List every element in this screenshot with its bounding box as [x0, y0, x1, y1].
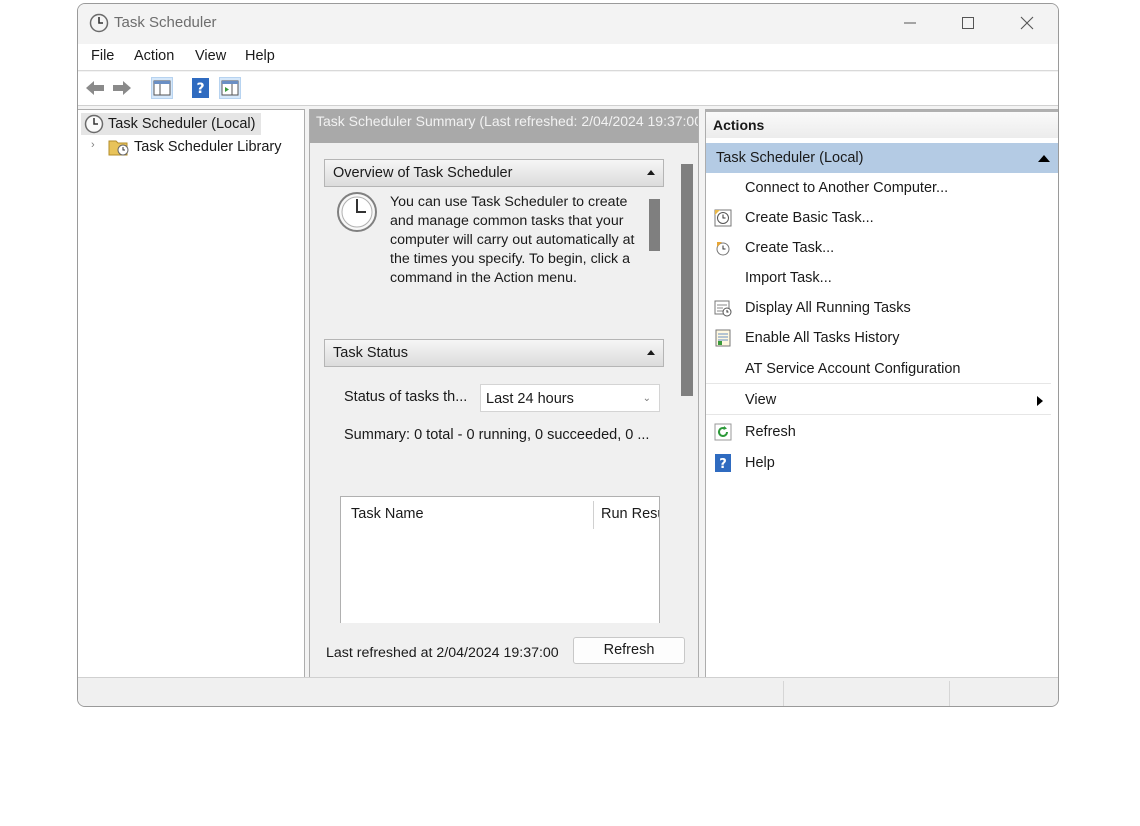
folder-clock-icon — [108, 140, 129, 156]
show-hide-action-pane-icon — [221, 80, 239, 96]
maximize-icon — [962, 17, 974, 29]
action-connect-another-computer[interactable]: Connect to Another Computer... — [706, 173, 1051, 203]
show-hide-console-tree-icon — [153, 80, 171, 96]
show-hide-console-tree-button[interactable] — [151, 77, 173, 99]
window-title: Task Scheduler — [114, 14, 217, 31]
running-tasks-icon — [714, 300, 732, 317]
action-label: Display All Running Tasks — [745, 300, 911, 316]
menu-action[interactable]: Action — [134, 48, 174, 64]
action-label: Enable All Tasks History — [745, 330, 900, 346]
task-scheduler-app-icon — [89, 13, 109, 33]
actions-pane: Actions Task Scheduler (Local) Connect t… — [705, 109, 1058, 678]
minimize-button[interactable] — [881, 4, 939, 43]
refresh-button[interactable]: Refresh — [573, 637, 685, 664]
column-header-task-name[interactable]: Task Name — [351, 506, 424, 522]
close-icon — [1020, 16, 1034, 30]
action-label: AT Service Account Configuration — [745, 361, 961, 377]
svg-text:?: ? — [196, 81, 204, 97]
action-view[interactable]: View — [706, 385, 1051, 415]
summary-body: Overview of Task Scheduler You can use T… — [310, 143, 698, 636]
summary-header: Task Scheduler Summary (Last refreshed: … — [310, 109, 698, 143]
summary-pane: Task Scheduler Summary (Last refreshed: … — [309, 109, 699, 678]
expand-chevron-icon[interactable]: › — [91, 139, 95, 151]
action-label: View — [745, 392, 777, 408]
task-status-table: Task Name Run Result — [340, 496, 660, 636]
svg-text:?: ? — [719, 457, 727, 472]
status-summary: Summary: 0 total - 0 running, 0 succeede… — [344, 427, 650, 443]
menu-help[interactable]: Help — [245, 48, 275, 64]
actions-group-task-scheduler-local[interactable]: Task Scheduler (Local) — [706, 143, 1058, 173]
refresh-icon — [714, 423, 732, 441]
action-label: Connect to Another Computer... — [745, 180, 949, 196]
overview-title: Overview of Task Scheduler — [333, 165, 513, 181]
status-divider — [949, 681, 950, 706]
main-area: Task Scheduler (Local) › Task Scheduler … — [78, 107, 1058, 678]
task-status-title: Task Status — [333, 345, 408, 361]
status-bar — [78, 677, 1058, 706]
action-import-task[interactable]: Import Task... — [706, 263, 1051, 293]
tree-item-task-scheduler-local[interactable]: Task Scheduler (Local) — [81, 113, 261, 135]
console-tree: Task Scheduler (Local) › Task Scheduler … — [78, 109, 305, 678]
action-at-service-account[interactable]: AT Service Account Configuration — [706, 354, 1051, 384]
toolbar: ? — [78, 72, 1058, 106]
create-basic-task-icon — [714, 209, 732, 227]
status-filter-label: Status of tasks th... — [344, 389, 468, 405]
action-label: Create Task... — [745, 240, 835, 256]
tasks-history-icon — [715, 329, 731, 347]
collapse-icon — [647, 350, 655, 355]
tree-item-task-scheduler-library[interactable]: Task Scheduler Library — [106, 136, 282, 158]
menu-bar: File Action View Help — [78, 44, 1058, 71]
status-period-select[interactable]: Last 24 hours ⌄ — [480, 384, 660, 412]
clock-icon — [84, 114, 104, 134]
summary-footer: Last refreshed at 2/04/2024 19:37:00 Ref… — [310, 623, 698, 678]
tree-child-label: Task Scheduler Library — [134, 139, 282, 155]
action-label: Import Task... — [745, 270, 832, 286]
last-refreshed-text: Last refreshed at 2/04/2024 19:37:00 — [326, 645, 559, 661]
overview-section-header[interactable]: Overview of Task Scheduler — [324, 159, 664, 187]
submenu-arrow-icon — [1037, 396, 1043, 406]
overview-scrollbar[interactable] — [649, 199, 660, 251]
collapse-up-icon — [1038, 155, 1050, 162]
action-display-running-tasks[interactable]: Display All Running Tasks — [706, 293, 1051, 323]
action-label: Create Basic Task... — [745, 210, 874, 226]
close-button[interactable] — [998, 4, 1056, 43]
collapse-icon — [647, 170, 655, 175]
tree-root-label: Task Scheduler (Local) — [108, 116, 256, 132]
minimize-icon — [904, 22, 916, 24]
status-divider — [783, 681, 784, 706]
status-period-value: Last 24 hours — [486, 391, 574, 407]
actions-title: Actions — [706, 110, 1058, 138]
actions-group-label: Task Scheduler (Local) — [716, 150, 864, 166]
menu-file[interactable]: File — [91, 48, 114, 64]
help-icon[interactable]: ? — [190, 77, 212, 99]
action-refresh[interactable]: Refresh — [706, 417, 1051, 447]
overview-text: You can use Task Scheduler to create and… — [390, 194, 635, 286]
column-divider[interactable] — [593, 501, 594, 529]
back-arrow-icon[interactable] — [84, 77, 106, 99]
action-help[interactable]: ? Help — [706, 448, 1051, 478]
create-task-icon — [716, 242, 730, 256]
action-enable-tasks-history[interactable]: Enable All Tasks History — [706, 323, 1051, 353]
task-status-section-header[interactable]: Task Status — [324, 339, 664, 367]
column-header-run-result[interactable]: Run Result — [601, 506, 659, 522]
title-bar: Task Scheduler — [78, 4, 1058, 43]
menu-view[interactable]: View — [195, 48, 226, 64]
overview-section: You can use Task Scheduler to create and… — [324, 187, 664, 317]
show-hide-action-pane-button[interactable] — [219, 77, 241, 99]
action-create-basic-task[interactable]: Create Basic Task... — [706, 203, 1051, 233]
action-label: Refresh — [745, 424, 796, 440]
action-create-task[interactable]: Create Task... — [706, 233, 1051, 263]
action-label: Help — [745, 455, 775, 471]
scheduler-clock-icon — [337, 192, 377, 232]
chevron-down-icon: ⌄ — [642, 393, 651, 404]
summary-scrollbar[interactable] — [681, 164, 693, 396]
help-icon: ? — [715, 454, 731, 472]
forward-arrow-icon[interactable] — [111, 77, 133, 99]
maximize-button[interactable] — [939, 4, 997, 43]
task-scheduler-window: Task Scheduler File Action View Help ? T… — [77, 3, 1059, 707]
